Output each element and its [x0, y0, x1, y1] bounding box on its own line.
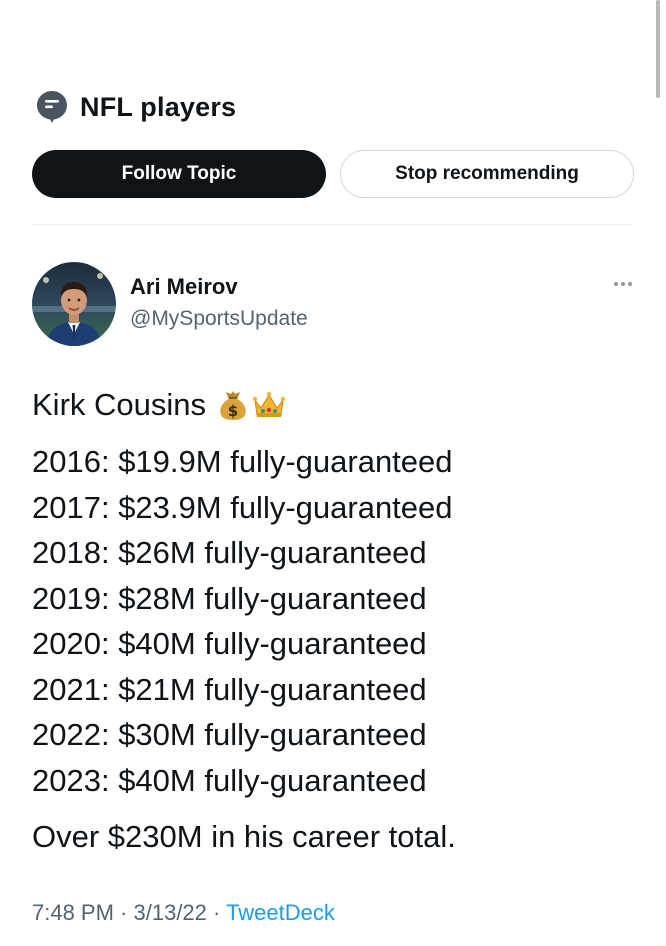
- money-bag-emoji: $: [220, 390, 246, 420]
- topic-header: NFL players: [36, 90, 236, 124]
- contract-line: 2020: $40M fully-guaranteed: [32, 626, 427, 661]
- contract-line: 2017: $23.9M fully-guaranteed: [32, 489, 453, 525]
- tweet-time[interactable]: 7:48 PM: [32, 900, 114, 925]
- topic-bubble-icon: [37, 91, 67, 123]
- contract-line: 2016: $19.9M fully-guaranteed: [32, 444, 453, 479]
- author-name[interactable]: Ari Meirov: [130, 274, 238, 300]
- more-dots-icon[interactable]: [614, 278, 632, 290]
- svg-text:$: $: [228, 402, 238, 420]
- contract-line: 2018: $26M fully-guaranteed: [32, 535, 427, 570]
- headline-text: Kirk Cousins: [32, 386, 206, 422]
- tweet-headline: Kirk Cousins $: [32, 382, 632, 427]
- crown-emoji: [252, 391, 286, 417]
- scrollbar[interactable]: [656, 0, 660, 98]
- tweet-date[interactable]: 3/13/22: [134, 900, 207, 925]
- dot: [621, 282, 625, 286]
- career-summary: Over $230M in his career total.: [32, 819, 456, 854]
- avatar[interactable]: [32, 262, 116, 346]
- dot: [614, 282, 618, 286]
- dot: [628, 282, 632, 286]
- divider: [32, 224, 634, 225]
- avatar-photo: [32, 262, 116, 346]
- stop-recommending-button[interactable]: Stop recommending: [340, 150, 634, 198]
- contract-line: 2019: $28M fully-guaranteed: [32, 580, 427, 616]
- tweet-text: Kirk Cousins $ 2016: $19.9M fully-guaran…: [32, 382, 632, 860]
- contract-line: 2021: $21M fully-guaranteed: [32, 671, 427, 707]
- tweet-meta: 7:48 PM · 3/13/22 · TweetDeck: [32, 900, 335, 926]
- author-handle[interactable]: @MySportsUpdate: [130, 307, 308, 331]
- meta-separator: ·: [206, 900, 227, 925]
- meta-separator: ·: [113, 900, 134, 925]
- tweet-source-link[interactable]: TweetDeck: [226, 900, 335, 925]
- follow-topic-button[interactable]: Follow Topic: [32, 150, 326, 198]
- topic-title: NFL players: [80, 91, 237, 122]
- contract-line: 2022: $30M fully-guaranteed: [32, 717, 427, 752]
- contract-line: 2023: $40M fully-guaranteed: [32, 762, 427, 798]
